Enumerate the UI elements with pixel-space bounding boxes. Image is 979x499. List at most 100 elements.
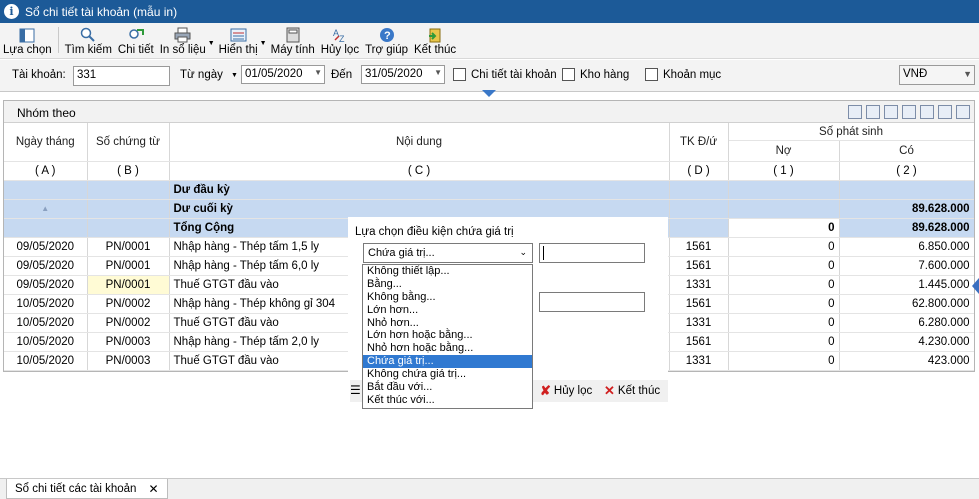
cell-voucher: PN/0002 [87, 313, 170, 333]
exit-icon [427, 27, 444, 43]
collapse-filter-icon[interactable] [482, 90, 496, 99]
cell-debit: 0 [728, 256, 840, 276]
condition-option[interactable]: Nhỏ hơn... [363, 317, 532, 330]
condition-options-list[interactable]: Không thiết lập... Bằng... Không bằng... Lớ… [362, 264, 533, 409]
account-input[interactable]: 331 [73, 66, 170, 86]
cell-account: 1561 [669, 294, 729, 314]
cell-account: 1331 [669, 313, 729, 333]
cell-credit: 62.800.000 [839, 294, 974, 314]
dialog-title: Lựa chọn điều kiện chứa giá trị [355, 226, 514, 238]
detail-button[interactable]: Chi tiết [115, 22, 157, 58]
detail-account-checkbox[interactable] [453, 68, 466, 81]
help-icon: ? [378, 27, 395, 43]
info-icon: i [4, 4, 19, 19]
cell-credit: 6.850.000 [839, 237, 974, 257]
tab-account-ledger[interactable]: Sổ chi tiết các tài khoản ✕ [6, 479, 168, 499]
header-voucher[interactable]: Số chứng từ [87, 123, 170, 162]
warehouse-checkbox[interactable] [562, 68, 575, 81]
cell-date: 09/05/2020 [4, 275, 88, 295]
search-button[interactable]: Tìm kiếm [62, 22, 115, 58]
delete-all-icon[interactable] [938, 105, 952, 119]
cell-voucher: PN/0002 [87, 294, 170, 314]
currency-select[interactable]: VNĐ ▼ [899, 65, 975, 85]
code-b: ( B ) [87, 161, 170, 181]
group-by-bar[interactable]: Nhóm theo [4, 101, 974, 123]
help-button[interactable]: ? Trợ giúp [362, 22, 411, 58]
svg-text:Z: Z [339, 34, 345, 43]
closing-balance-row[interactable]: ▲ Dư cuối kỳ 89.628.000 [4, 199, 974, 219]
from-date-dropdown-icon[interactable]: ▼ [231, 72, 238, 79]
cell-account: 1561 [669, 256, 729, 276]
select-button[interactable]: Lựa chọn [0, 22, 55, 58]
condition-value-input[interactable] [539, 243, 645, 263]
display-dropdown-icon[interactable]: ▼ [260, 40, 267, 47]
delete-icon[interactable] [920, 105, 934, 119]
cell-credit: 6.280.000 [839, 313, 974, 333]
condition-option[interactable]: Bắt đầu với... [363, 381, 532, 394]
cell-credit: 7.600.000 [839, 256, 974, 276]
warehouse-label: Kho hàng [580, 69, 630, 81]
grid-toolbar [848, 105, 970, 119]
header-content[interactable]: Nội dung [169, 123, 670, 162]
header-credit[interactable]: Có [839, 140, 974, 162]
group-by-label: Nhóm theo [17, 106, 76, 120]
filter-bar: Tài khoản: 331 Từ ngày ▼ 01/05/2020 ▼ Đến… [0, 60, 979, 92]
code-d: ( D ) [669, 161, 729, 181]
to-date-label: Đến [331, 69, 353, 81]
close-tab-icon[interactable]: ✕ [148, 482, 158, 496]
email-icon[interactable] [956, 105, 970, 119]
chevron-down-icon: ⌄ [519, 247, 527, 257]
calendar-dropdown-icon[interactable]: ▼ [314, 68, 322, 77]
print-button[interactable]: In sổ liệu [157, 22, 209, 58]
chevron-down-icon: ▼ [963, 69, 972, 79]
save-as-icon[interactable] [866, 105, 880, 119]
close-dialog-button[interactable]: ✕ Kết thúc [604, 383, 660, 399]
condition-option[interactable]: Không chứa giá trị... [363, 368, 532, 381]
condition-option[interactable]: Chứa giá trị... [363, 355, 532, 369]
condition-option[interactable]: Nhỏ hơn hoặc bằng... [363, 342, 532, 355]
cell-account: 1331 [669, 275, 729, 295]
header-account[interactable]: TK Đ/ứ [669, 123, 729, 162]
to-date-input[interactable]: 31/05/2020 ▼ [361, 65, 445, 84]
cell-debit: 0 [728, 237, 840, 257]
second-value-input[interactable] [539, 292, 645, 312]
export-icon[interactable] [884, 105, 898, 119]
condition-option[interactable]: Không thiết lập... [363, 265, 532, 278]
header-debit[interactable]: Nợ [728, 140, 840, 162]
window-title: Sổ chi tiết tài khoản (mẫu in) [25, 4, 178, 19]
header-date[interactable]: Ngày tháng [4, 123, 88, 162]
from-date-input[interactable]: 01/05/2020 ▼ [241, 65, 325, 84]
cell-debit: 0 [728, 313, 840, 333]
cell-debit: 0 [728, 294, 840, 314]
opening-balance-row[interactable]: Dư đầu kỳ [4, 180, 974, 200]
clear-filter-button[interactable]: AZ Hủy lọc [318, 22, 362, 58]
list-icon: ☰ [350, 383, 361, 397]
condition-option[interactable]: Kết thúc với... [363, 394, 532, 407]
condition-option[interactable]: Bằng... [363, 278, 532, 291]
condition-option[interactable]: Lớn hơn... [363, 304, 532, 317]
clear-filter-dialog-button[interactable]: ✘ Hủy lọc [540, 383, 592, 399]
exit-button[interactable]: Kết thúc [411, 22, 459, 58]
condition-option[interactable]: Không bằng... [363, 291, 532, 304]
toolbar: Lựa chọn Tìm kiếm Chi tiết In sổ liệu ▼ … [0, 23, 979, 59]
code-1: ( 1 ) [728, 161, 840, 181]
cell-account: 1561 [669, 332, 729, 352]
print-dropdown-icon[interactable]: ▼ [208, 40, 215, 47]
header-amount: Số phát sinh [728, 123, 974, 142]
display-button[interactable]: Hiển thị [216, 22, 261, 58]
item-label: Khoản mục [663, 69, 722, 81]
account-label: Tài khoản: [12, 69, 66, 81]
condition-select[interactable]: Chứa giá trị... ⌄ [363, 243, 533, 263]
item-checkbox[interactable] [645, 68, 658, 81]
closing-balance-label: Dư cuối kỳ [169, 199, 670, 219]
cell-debit: 0 [728, 351, 840, 371]
cell-debit: 0 [728, 332, 840, 352]
import-icon[interactable] [902, 105, 916, 119]
calendar-dropdown-icon[interactable]: ▼ [434, 68, 442, 77]
select-icon [19, 27, 36, 43]
print-icon [174, 27, 191, 43]
condition-option[interactable]: Lớn hơn hoặc bằng... [363, 329, 532, 342]
save-icon[interactable] [848, 105, 862, 119]
calculator-button[interactable]: Máy tính [268, 22, 318, 58]
cell-credit: 423.000 [839, 351, 974, 371]
